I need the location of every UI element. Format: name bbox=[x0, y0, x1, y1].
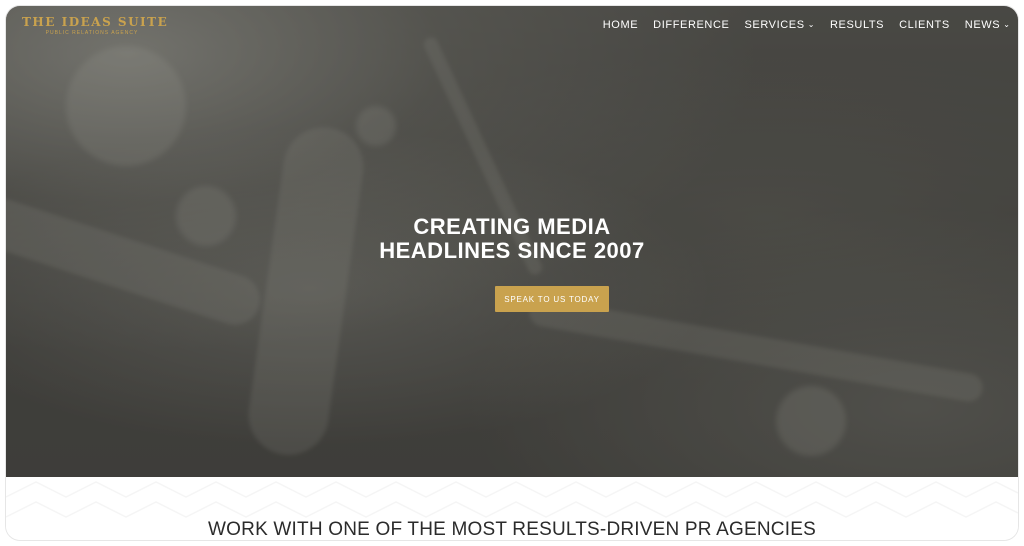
nav-item-label: DIFFERENCE bbox=[653, 19, 730, 31]
brand-logo[interactable]: THE IDEAS SUITE PUBLIC RELATIONS AGENCY bbox=[22, 15, 169, 36]
nav-item-services[interactable]: SERVICES ⌄ bbox=[737, 19, 823, 31]
brand-tagline: PUBLIC RELATIONS AGENCY bbox=[45, 30, 139, 36]
brand-name: THE IDEAS SUITE bbox=[22, 15, 169, 29]
nav-item-label: SERVICES bbox=[744, 19, 805, 31]
nav-item-label: HOME bbox=[602, 19, 639, 31]
nav-item-label: RESULTS bbox=[830, 19, 885, 31]
speak-to-us-button[interactable]: SPEAK TO US TODAY bbox=[495, 286, 609, 312]
hero-headline-line2: HEADLINES SINCE 2007 bbox=[379, 238, 645, 263]
nav-item-clients[interactable]: CLIENTS bbox=[892, 19, 958, 31]
nav-item-label: CLIENTS bbox=[899, 19, 950, 31]
intro-section: WORK WITH ONE OF THE MOST RESULTS-DRIVEN… bbox=[6, 477, 1018, 540]
nav-item-results[interactable]: RESULTS bbox=[823, 19, 892, 31]
hero-section: THE IDEAS SUITE PUBLIC RELATIONS AGENCY … bbox=[6, 6, 1018, 477]
browser-viewport: THE IDEAS SUITE PUBLIC RELATIONS AGENCY … bbox=[6, 6, 1018, 540]
hero-headline-line1: CREATING MEDIA bbox=[413, 214, 611, 239]
section-title: WORK WITH ONE OF THE MOST RESULTS-DRIVEN… bbox=[208, 519, 816, 540]
chevron-down-icon: ⌄ bbox=[807, 19, 815, 29]
nav-item-difference[interactable]: DIFFERENCE bbox=[646, 19, 737, 31]
nav-item-label: NEWS bbox=[964, 19, 1001, 31]
hero-headline: CREATING MEDIA HEADLINES SINCE 2007 bbox=[6, 215, 1018, 263]
chevron-down-icon: ⌄ bbox=[1003, 19, 1011, 29]
nav-item-home[interactable]: HOME bbox=[595, 19, 645, 31]
nav-item-news[interactable]: NEWS ⌄ bbox=[957, 19, 1018, 31]
main-nav: HOME DIFFERENCE SERVICES ⌄ RESULTS CLIEN… bbox=[595, 19, 1018, 31]
